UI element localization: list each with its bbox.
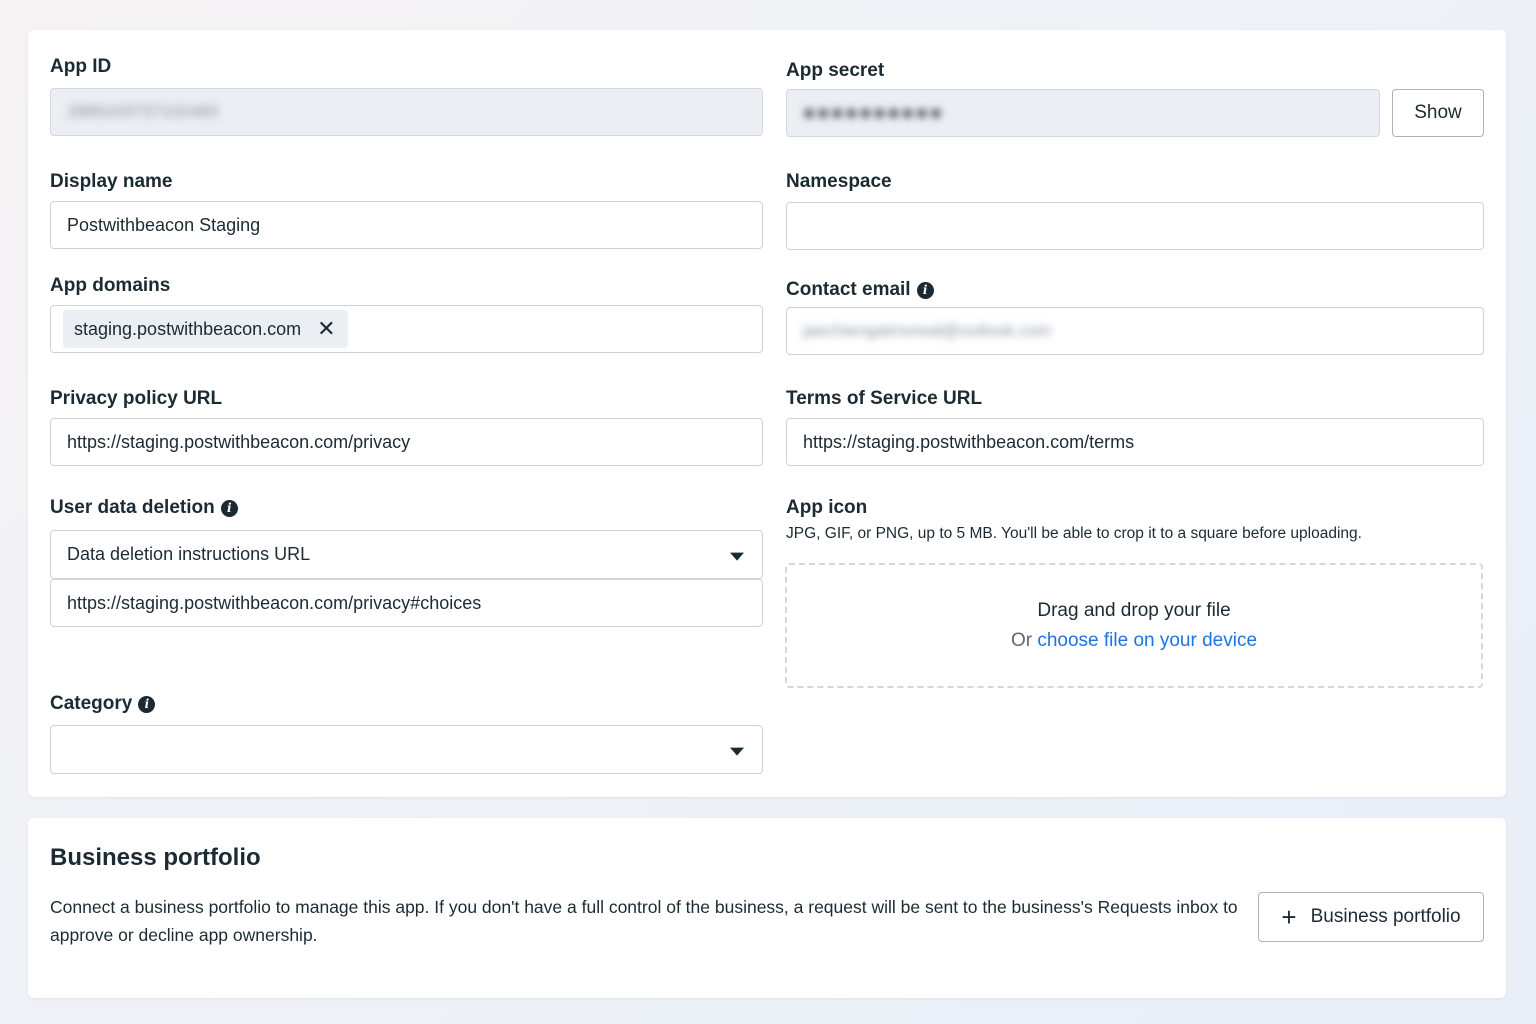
show-secret-button[interactable]: Show — [1392, 89, 1484, 137]
dropzone-title: Drag and drop your file — [1037, 599, 1231, 621]
app-icon-helper-text: JPG, GIF, or PNG, up to 5 MB. You'll be … — [786, 525, 1362, 542]
info-icon[interactable]: i — [138, 695, 156, 713]
namespace-input[interactable] — [786, 202, 1484, 250]
privacy-policy-input[interactable]: https://staging.postwithbeacon.com/priva… — [50, 418, 763, 466]
caret-down-icon — [730, 552, 744, 561]
app-id-value: 2889103737102460 — [67, 102, 219, 121]
app-icon-dropzone[interactable]: Drag and drop your file Or choose file o… — [785, 563, 1483, 688]
close-icon[interactable]: ✕ — [317, 318, 335, 340]
app-secret-field[interactable]: ●●●●●●●●●● — [786, 89, 1380, 137]
business-portfolio-title: Business portfolio — [50, 844, 261, 871]
app-secret-value: ●●●●●●●●●● — [803, 101, 944, 124]
app-id-field[interactable]: 2889103737102460 — [50, 88, 763, 136]
terms-of-service-input[interactable]: https://staging.postwithbeacon.com/terms — [786, 418, 1484, 466]
display-name-label: Display name — [50, 171, 173, 192]
plus-icon: + — [1281, 902, 1297, 932]
choose-file-link[interactable]: choose file on your device — [1037, 630, 1257, 651]
terms-of-service-label: Terms of Service URL — [786, 388, 983, 409]
category-select[interactable] — [50, 725, 763, 774]
business-portfolio-card: Business portfolio Connect a business po… — [28, 818, 1506, 998]
add-business-portfolio-button[interactable]: + Business portfolio — [1258, 892, 1484, 942]
app-domains-label: App domains — [50, 275, 171, 296]
contact-email-input[interactable]: jaechiengatmoreal@outlook.com — [786, 307, 1484, 355]
app-id-label: App ID — [50, 56, 112, 77]
display-name-input[interactable]: Postwithbeacon Staging — [50, 201, 763, 249]
data-deletion-url-input[interactable]: https://staging.postwithbeacon.com/priva… — [50, 579, 763, 627]
app-icon-label: App icon — [786, 497, 868, 518]
dropzone-subtitle: Or choose file on your device — [1010, 629, 1258, 651]
app-domains-input[interactable]: staging.postwithbeacon.com ✕ — [50, 305, 763, 353]
domain-chip: staging.postwithbeacon.com ✕ — [63, 310, 348, 348]
business-portfolio-description: Connect a business portfolio to manage t… — [50, 897, 1238, 945]
contact-email-label: Contact email i — [786, 279, 934, 301]
basic-settings-card: App ID 2889103737102460 App secret ●●●●●… — [28, 30, 1506, 797]
user-data-deletion-label: User data deletion i — [50, 497, 238, 519]
contact-email-value: jaechiengatmoreal@outlook.com — [803, 321, 1051, 340]
caret-down-icon — [730, 747, 744, 756]
privacy-policy-label: Privacy policy URL — [50, 388, 223, 409]
info-icon[interactable]: i — [916, 281, 934, 299]
namespace-label: Namespace — [786, 171, 892, 192]
user-data-deletion-select[interactable]: Data deletion instructions URL — [50, 530, 763, 579]
category-label: Category i — [50, 693, 156, 715]
info-icon[interactable]: i — [220, 499, 238, 517]
app-secret-label: App secret — [786, 60, 885, 81]
